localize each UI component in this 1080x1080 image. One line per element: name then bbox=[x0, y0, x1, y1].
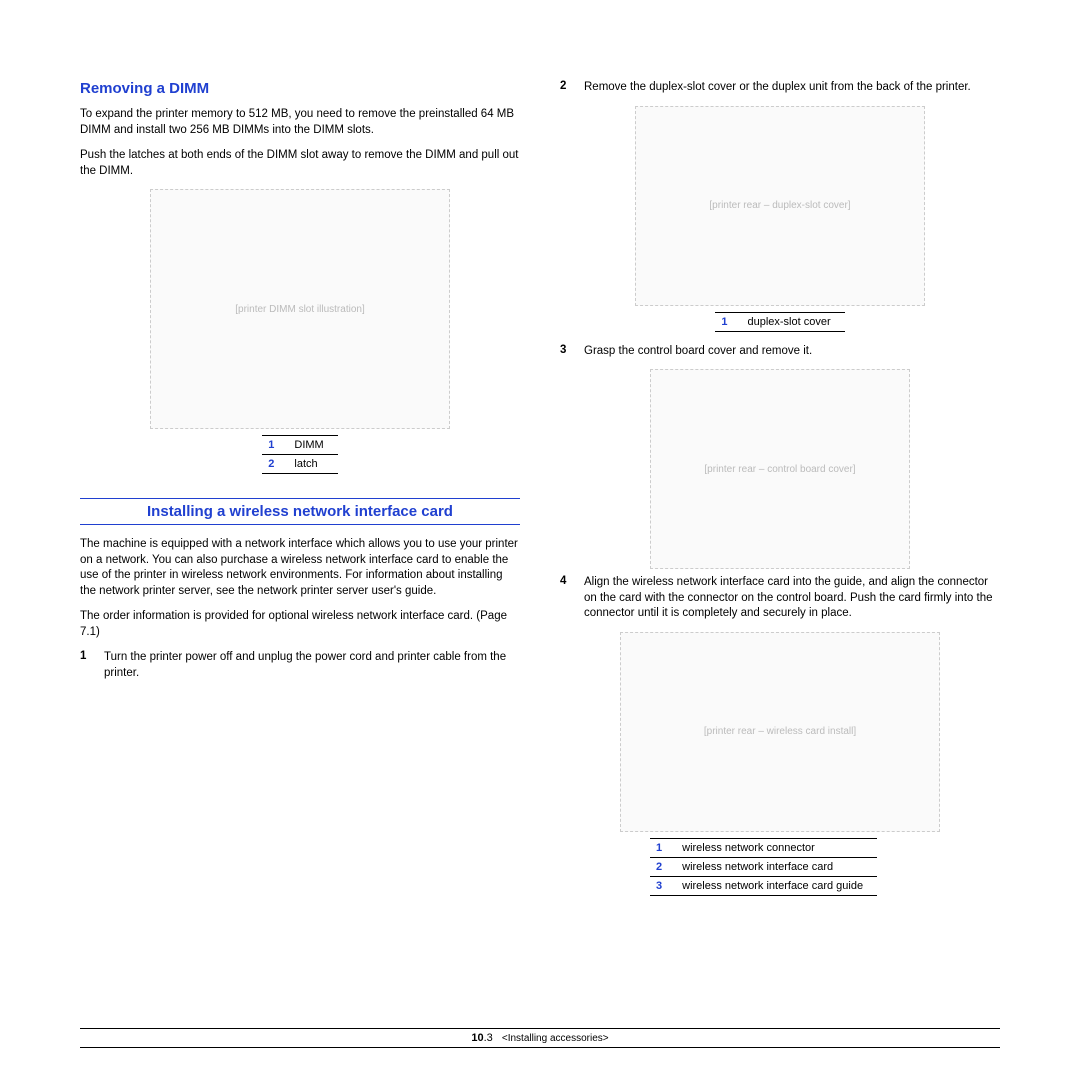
page-number-major: 10 bbox=[471, 1032, 483, 1044]
para-install-1: The machine is equipped with a network i… bbox=[80, 537, 520, 599]
step-text: Remove the duplex-slot cover or the dupl… bbox=[584, 80, 1000, 96]
callout-label: wireless network interface card guide bbox=[676, 876, 877, 895]
step-number: 4 bbox=[560, 575, 570, 622]
step-4: 4 Align the wireless network interface c… bbox=[560, 575, 1000, 622]
step-number: 1 bbox=[80, 650, 90, 681]
table-row: 1 DIMM bbox=[262, 436, 337, 455]
page-footer: 10.3 <Installing accessories> bbox=[80, 1028, 1000, 1048]
figure-duplex-cover: [printer rear – duplex-slot cover] bbox=[560, 106, 1000, 306]
printer-control-board-illustration: [printer rear – control board cover] bbox=[650, 369, 910, 569]
printer-dimm-illustration: [printer DIMM slot illustration] bbox=[150, 189, 450, 429]
step-text: Turn the printer power off and unplug th… bbox=[104, 650, 520, 681]
step-number: 2 bbox=[560, 80, 570, 96]
page-number-minor: .3 bbox=[484, 1032, 493, 1044]
table-row: 2 wireless network interface card bbox=[650, 857, 877, 876]
table-row: 1 wireless network connector bbox=[650, 838, 877, 857]
callout-num: 2 bbox=[262, 455, 288, 474]
table-row: 3 wireless network interface card guide bbox=[650, 876, 877, 895]
step-3: 3 Grasp the control board cover and remo… bbox=[560, 344, 1000, 360]
callout-num: 1 bbox=[262, 436, 288, 455]
callout-num: 2 bbox=[650, 857, 676, 876]
step-text: Grasp the control board cover and remove… bbox=[584, 344, 1000, 360]
heading-install-wireless: Installing a wireless network interface … bbox=[80, 498, 520, 525]
callout-num: 1 bbox=[650, 838, 676, 857]
table-row: 2 latch bbox=[262, 455, 337, 474]
figure-control-board: [printer rear – control board cover] bbox=[560, 369, 1000, 569]
para-install-2: The order information is provided for op… bbox=[80, 609, 520, 640]
callout-label: wireless network connector bbox=[676, 838, 877, 857]
breadcrumb: <Installing accessories> bbox=[502, 1033, 609, 1044]
callout-label: latch bbox=[288, 455, 337, 474]
left-column: Removing a DIMM To expand the printer me… bbox=[80, 80, 520, 908]
right-column: 2 Remove the duplex-slot cover or the du… bbox=[560, 80, 1000, 908]
callout-label: DIMM bbox=[288, 436, 337, 455]
callout-table-duplex: 1 duplex-slot cover bbox=[715, 312, 844, 332]
printer-wireless-card-illustration: [printer rear – wireless card install] bbox=[620, 632, 940, 832]
para-remove-1: To expand the printer memory to 512 MB, … bbox=[80, 107, 520, 138]
callout-table-wireless: 1 wireless network connector 2 wireless … bbox=[650, 838, 877, 896]
printer-duplex-illustration: [printer rear – duplex-slot cover] bbox=[635, 106, 925, 306]
figure-wireless-card: [printer rear – wireless card install] bbox=[560, 632, 1000, 832]
callout-table-dimm: 1 DIMM 2 latch bbox=[262, 435, 337, 474]
para-remove-2: Push the latches at both ends of the DIM… bbox=[80, 148, 520, 179]
callout-label: duplex-slot cover bbox=[741, 312, 844, 331]
callout-num: 1 bbox=[715, 312, 741, 331]
table-row: 1 duplex-slot cover bbox=[715, 312, 844, 331]
callout-num: 3 bbox=[650, 876, 676, 895]
heading-removing-dimm: Removing a DIMM bbox=[80, 80, 520, 97]
figure-dimm: [printer DIMM slot illustration] bbox=[80, 189, 520, 429]
step-number: 3 bbox=[560, 344, 570, 360]
callout-label: wireless network interface card bbox=[676, 857, 877, 876]
step-2: 2 Remove the duplex-slot cover or the du… bbox=[560, 80, 1000, 96]
step-1: 1 Turn the printer power off and unplug … bbox=[80, 650, 520, 681]
step-text: Align the wireless network interface car… bbox=[584, 575, 1000, 622]
